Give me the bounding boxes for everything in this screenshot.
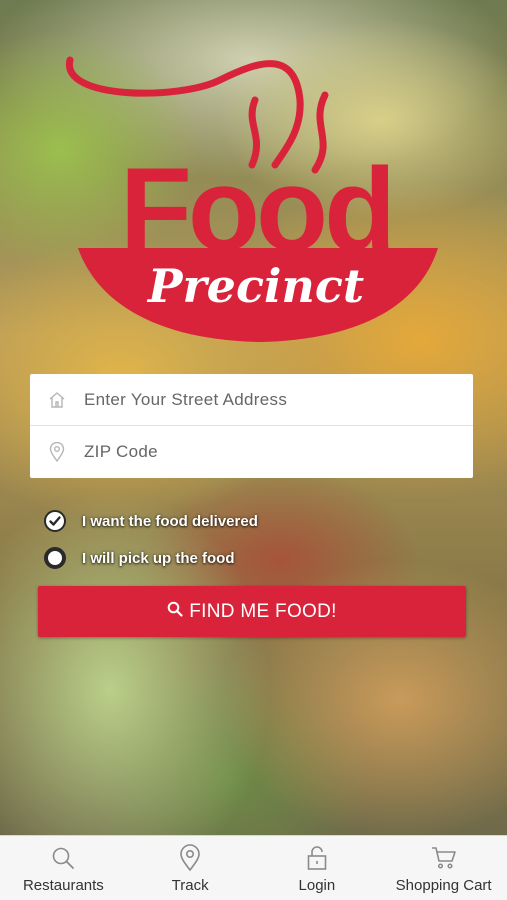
location-pin-icon bbox=[30, 426, 84, 478]
address-form: Enter Your Street Address ZIP Code bbox=[30, 374, 473, 478]
tab-track-label: Track bbox=[171, 877, 209, 894]
bottom-tab-bar: Restaurants Track Login Shopping Cart bbox=[0, 835, 507, 900]
pickup-label: I will pick up the food bbox=[82, 549, 235, 567]
tab-restaurants[interactable]: Restaurants bbox=[0, 836, 127, 900]
pickup-option[interactable]: I will pick up the food bbox=[44, 547, 235, 569]
delivery-option[interactable]: I want the food delivered bbox=[44, 510, 258, 532]
tab-track[interactable]: Track bbox=[127, 836, 254, 900]
svg-text:Food: Food bbox=[120, 144, 392, 276]
checkmark-icon bbox=[49, 516, 61, 526]
lock-icon bbox=[303, 844, 331, 872]
location-pin-icon bbox=[176, 844, 204, 872]
tab-shopping-cart-label: Shopping Cart bbox=[395, 877, 492, 894]
find-me-food-label: FIND ME FOOD! bbox=[189, 600, 337, 622]
delivery-radio-checked[interactable] bbox=[44, 510, 66, 532]
cart-icon bbox=[430, 844, 458, 872]
delivery-label: I want the food delivered bbox=[82, 512, 258, 530]
search-icon bbox=[49, 844, 77, 872]
zip-code-placeholder: ZIP Code bbox=[84, 442, 158, 461]
search-icon bbox=[167, 601, 183, 622]
svg-text:Precinct: Precinct bbox=[146, 259, 364, 313]
tab-login[interactable]: Login bbox=[254, 836, 381, 900]
food-precinct-logo: Food Precinct bbox=[66, 56, 438, 342]
tab-login-label: Login bbox=[298, 877, 336, 894]
street-address-placeholder: Enter Your Street Address bbox=[84, 389, 288, 409]
tab-shopping-cart[interactable]: Shopping Cart bbox=[380, 836, 507, 900]
tab-restaurants-label: Restaurants bbox=[22, 877, 104, 894]
street-address-input[interactable]: Enter Your Street Address bbox=[30, 374, 473, 426]
find-me-food-button[interactable]: FIND ME FOOD! bbox=[38, 586, 466, 637]
pickup-radio-unchecked[interactable] bbox=[44, 547, 66, 569]
zip-code-input[interactable]: ZIP Code bbox=[30, 426, 473, 478]
home-icon bbox=[30, 374, 84, 426]
